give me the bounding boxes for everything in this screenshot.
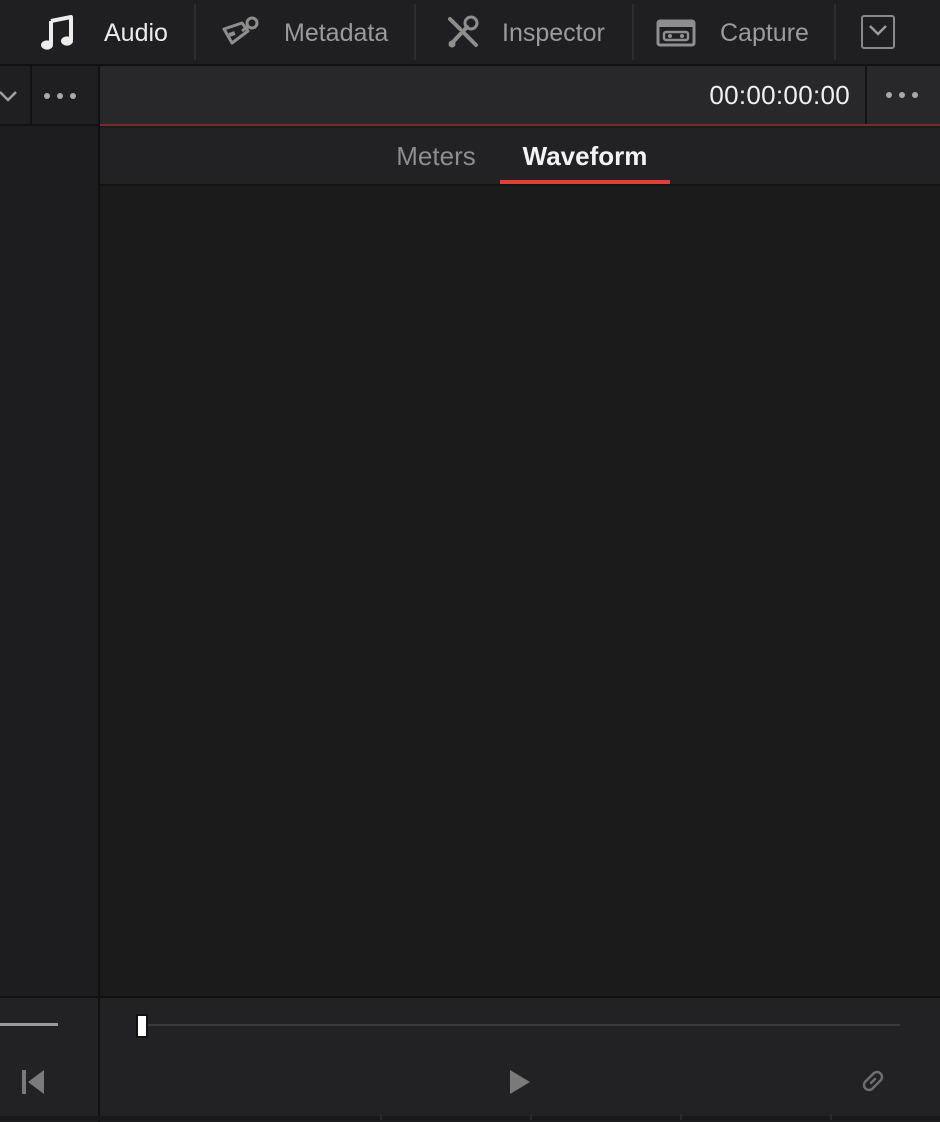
link-icon[interactable] — [858, 1066, 888, 1101]
toolbar-separator — [632, 4, 634, 60]
chevron-down-icon[interactable] — [0, 86, 18, 111]
header-separator — [865, 66, 867, 124]
tab-waveform[interactable]: Waveform — [500, 128, 670, 184]
bottom-edge-tick — [830, 1114, 832, 1120]
toolbar-separator — [414, 4, 416, 60]
left-panel-header — [0, 66, 98, 126]
bottom-edge-tick — [530, 1114, 532, 1120]
audio-tab-label: Audio — [104, 18, 168, 47]
panel-divider — [98, 998, 100, 1122]
toolbar-separator — [834, 4, 836, 60]
capture-tab-label: Capture — [720, 18, 809, 47]
tab-meters[interactable]: Meters — [380, 128, 492, 184]
tools-icon — [444, 15, 480, 51]
timecode-display: 00:00:00:00 — [709, 79, 850, 110]
waveform-view[interactable] — [100, 186, 940, 996]
scrubber-handle[interactable] — [136, 1014, 148, 1038]
more-options-icon[interactable] — [44, 93, 76, 99]
audio-tab[interactable]: Audio — [40, 0, 168, 66]
panel-toolbar: Audio Metadata Inspector Capture — [0, 0, 940, 66]
viewer-header: 00:00:00:00 — [100, 66, 940, 126]
tape-deck-icon — [656, 17, 696, 49]
viewer-tabs: Meters Waveform — [100, 128, 940, 186]
left-scroll-track[interactable] — [0, 1023, 58, 1026]
bottom-edge-tick — [680, 1114, 682, 1120]
transport-bar — [0, 996, 940, 1122]
toolbar-overflow-button[interactable] — [861, 15, 895, 49]
tag-icon — [220, 15, 260, 51]
header-separator — [30, 66, 32, 126]
capture-tab[interactable]: Capture — [656, 0, 809, 66]
more-options-icon[interactable] — [886, 92, 918, 98]
music-note-icon — [40, 15, 76, 51]
inspector-tab-label: Inspector — [502, 18, 605, 47]
bottom-edge — [0, 1116, 940, 1120]
left-panel — [0, 66, 98, 1120]
bottom-edge-tick — [380, 1114, 382, 1120]
toolbar-separator — [194, 4, 196, 60]
metadata-tab-label: Metadata — [284, 18, 389, 47]
play-icon[interactable] — [508, 1068, 532, 1101]
skip-to-start-icon[interactable] — [20, 1068, 46, 1101]
metadata-tab[interactable]: Metadata — [220, 0, 388, 66]
active-tab-indicator — [500, 180, 670, 184]
scrubber-track[interactable] — [140, 1024, 900, 1026]
chevron-down-icon — [868, 23, 888, 42]
inspector-tab[interactable]: Inspector — [444, 0, 605, 66]
